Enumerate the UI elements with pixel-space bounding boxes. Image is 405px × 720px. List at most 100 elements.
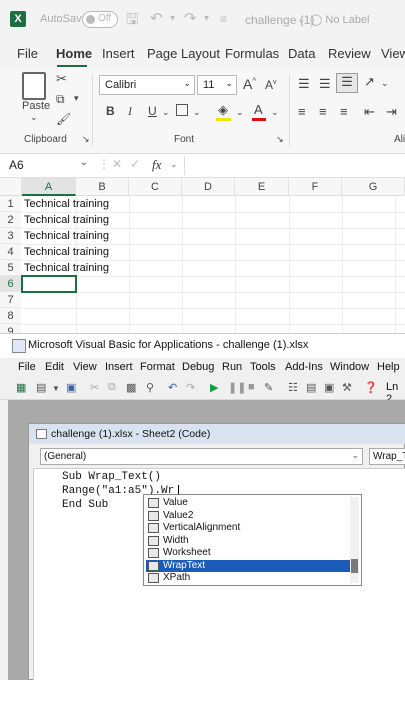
cut-icon[interactable]: ✂	[56, 71, 67, 87]
row-header[interactable]: 8	[0, 308, 21, 324]
cut-icon[interactable]: ✂	[90, 381, 99, 394]
format-painter-icon[interactable]: 🖌	[56, 112, 71, 126]
undo-icon[interactable]: ↶	[150, 9, 163, 27]
tab-home[interactable]: Home	[56, 46, 92, 61]
tab-view[interactable]: View	[381, 46, 405, 61]
cancel-icon[interactable]: ✕	[112, 157, 122, 171]
row-header[interactable]: 6	[0, 276, 21, 292]
align-left-icon[interactable]: ≡	[298, 104, 306, 119]
column-header[interactable]: F	[289, 178, 342, 196]
italic-button[interactable]: I	[128, 104, 132, 119]
undo-dropdown-icon[interactable]: ▾	[170, 13, 175, 24]
underline-button[interactable]: U	[148, 104, 157, 118]
run-icon[interactable]: ▶	[210, 381, 218, 394]
enter-icon[interactable]: ✓	[130, 157, 140, 171]
toolbox-icon[interactable]: ⚒	[342, 381, 352, 394]
align-right-icon[interactable]: ≡	[340, 104, 348, 119]
list-item[interactable]: Width	[146, 535, 350, 548]
menu-help[interactable]: Help	[377, 361, 400, 373]
insert-dropdown-icon[interactable]: ▼	[52, 384, 60, 393]
scrollbar-thumb[interactable]	[351, 559, 358, 573]
name-box[interactable]: A6 ⌄	[4, 156, 90, 175]
undo-icon[interactable]: ↶	[168, 381, 177, 394]
object-browser-icon[interactable]: ▣	[324, 381, 334, 394]
fill-color-icon[interactable]: ◈	[218, 102, 228, 118]
row-header[interactable]: 1	[0, 196, 21, 212]
cell-a1[interactable]: Technical training	[22, 196, 109, 212]
menu-format[interactable]: Format	[140, 361, 175, 373]
row-header[interactable]: 4	[0, 244, 21, 260]
copy-dropdown-icon[interactable]: ▾	[74, 93, 79, 104]
properties-icon[interactable]: ▤	[306, 381, 316, 394]
fill-color-dropdown-icon[interactable]: ⌄	[236, 107, 244, 118]
chevron-down-icon[interactable]: ⌄	[297, 13, 306, 26]
clipboard-launcher-icon[interactable]: ↘	[82, 134, 90, 145]
cell-a3[interactable]: Technical training	[22, 228, 109, 244]
sensitivity-label[interactable]: ◯ No Label	[310, 13, 369, 26]
align-center-icon[interactable]: ≡	[319, 104, 327, 119]
column-header[interactable]: B	[76, 178, 129, 196]
select-all-corner[interactable]	[0, 178, 22, 196]
font-color-icon[interactable]: A	[254, 102, 263, 117]
view-excel-icon[interactable]: ▦	[16, 381, 26, 394]
menu-edit[interactable]: Edit	[45, 361, 64, 373]
active-cell-a6[interactable]	[21, 275, 77, 293]
align-top-icon[interactable]: ☰	[298, 76, 310, 92]
list-item[interactable]: VerticalAlignment	[146, 522, 350, 535]
break-icon[interactable]: ❚❚	[228, 381, 246, 394]
column-header[interactable]: A	[22, 178, 76, 196]
font-name-select[interactable]: Calibri ⌄	[99, 75, 195, 95]
copy-icon[interactable]: ⧉	[56, 92, 65, 107]
menu-tools[interactable]: Tools	[250, 361, 276, 373]
tab-data[interactable]: Data	[288, 46, 315, 61]
orientation-dropdown-icon[interactable]: ⌄	[381, 78, 389, 89]
font-launcher-icon[interactable]: ↘	[276, 134, 284, 145]
procedure-combo[interactable]: Wrap_T	[369, 448, 405, 465]
column-header[interactable]: G	[342, 178, 405, 196]
tab-formulas[interactable]: Formulas	[225, 46, 279, 61]
redo-icon[interactable]: ↷	[184, 9, 197, 27]
column-header[interactable]: C	[129, 178, 182, 196]
underline-dropdown-icon[interactable]: ⌄	[162, 107, 170, 118]
save-icon[interactable]: ▣	[66, 381, 76, 394]
menu-file[interactable]: File	[18, 361, 36, 373]
shrink-font-button[interactable]: Av	[265, 78, 277, 92]
font-size-select[interactable]: 11 ⌄	[197, 75, 237, 95]
redo-icon[interactable]: ↷	[186, 381, 195, 394]
formula-input[interactable]	[184, 156, 405, 175]
cell-a5[interactable]: Technical training	[22, 260, 109, 276]
scrollbar[interactable]	[350, 497, 359, 583]
paste-button[interactable]: Paste	[22, 100, 50, 112]
object-combo[interactable]: (General) ⌄	[40, 448, 363, 465]
list-item[interactable]: Worksheet	[146, 547, 350, 560]
list-item[interactable]: Value2	[146, 510, 350, 523]
bold-button[interactable]: B	[106, 104, 115, 118]
reset-icon[interactable]: ■	[248, 381, 255, 393]
list-item[interactable]: Value	[146, 497, 350, 510]
insert-function-button[interactable]: fx	[152, 157, 161, 173]
list-item[interactable]: XPath	[146, 572, 350, 585]
grow-font-button[interactable]: A^	[243, 76, 256, 92]
redo-dropdown-icon[interactable]: ▾	[204, 13, 209, 24]
insert-module-icon[interactable]: ▤	[36, 381, 46, 394]
autosave-toggle[interactable]: Off	[82, 11, 118, 28]
menu-run[interactable]: Run	[222, 361, 242, 373]
list-item-selected[interactable]: WrapText	[146, 559, 350, 572]
align-middle-icon[interactable]: ☰	[319, 76, 331, 92]
column-header[interactable]: E	[235, 178, 289, 196]
paste-dropdown-icon[interactable]: ⌄	[30, 112, 38, 123]
row-header[interactable]: 3	[0, 228, 21, 244]
menu-insert[interactable]: Insert	[105, 361, 133, 373]
help-icon[interactable]: ❓	[364, 381, 378, 394]
tab-insert[interactable]: Insert	[102, 46, 135, 61]
copy-icon[interactable]: ⧉	[108, 381, 116, 394]
tab-review[interactable]: Review	[328, 46, 371, 61]
menu-view[interactable]: View	[73, 361, 97, 373]
align-bottom-icon[interactable]: ☰	[336, 73, 358, 93]
decrease-indent-icon[interactable]: ⇤	[364, 104, 375, 120]
paste-icon[interactable]	[22, 72, 46, 100]
find-icon[interactable]: ⚲	[146, 381, 154, 394]
menu-add-ins[interactable]: Add-Ins	[285, 361, 323, 373]
column-header[interactable]: D	[182, 178, 235, 196]
font-color-dropdown-icon[interactable]: ⌄	[271, 107, 279, 118]
